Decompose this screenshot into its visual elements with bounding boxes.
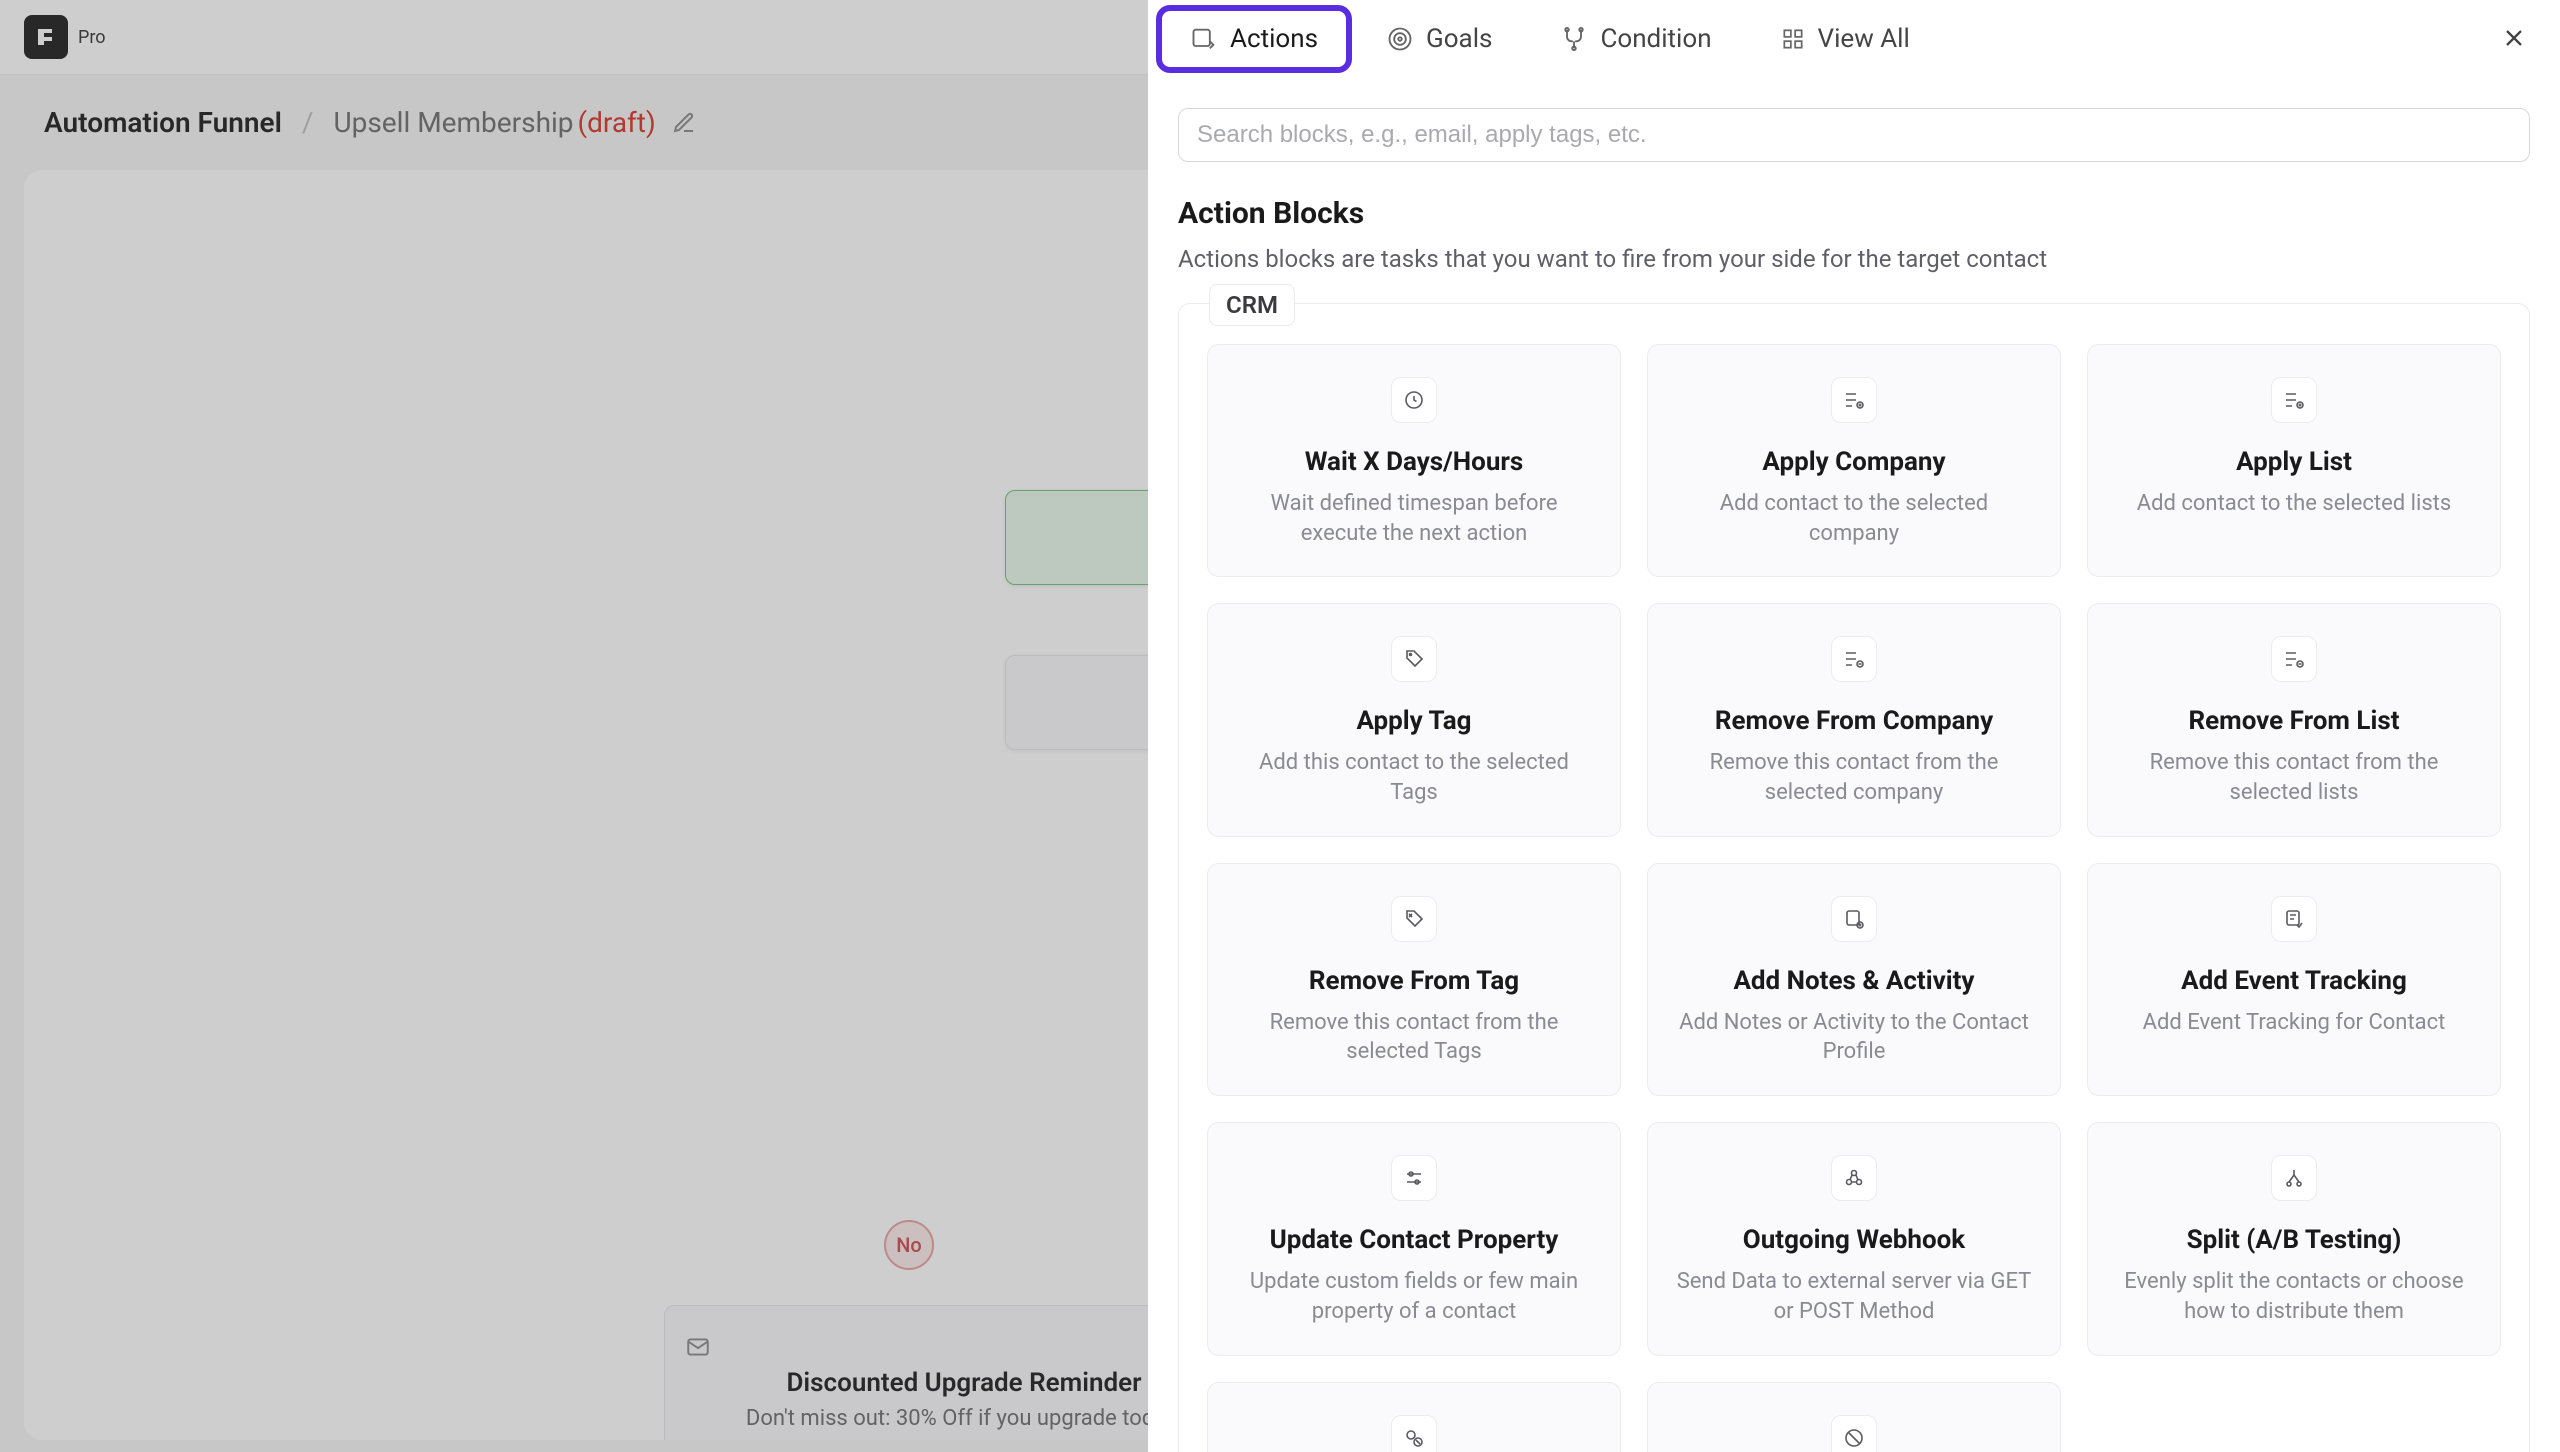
block-title: Remove From Company	[1715, 706, 1993, 736]
block-title: Update Contact Property	[1270, 1225, 1559, 1255]
block-desc: Remove this contact from the selected li…	[2114, 748, 2474, 807]
list-remove-icon	[2271, 636, 2317, 682]
list-add-icon	[2271, 377, 2317, 423]
event-icon	[2271, 896, 2317, 942]
tab-goals-label: Goals	[1426, 24, 1492, 54]
block-apply-company[interactable]: Apply Company Add contact to the selecte…	[1647, 344, 2061, 577]
block-desc: Add Event Tracking for Contact	[2143, 1008, 2446, 1038]
close-button[interactable]	[2494, 18, 2534, 58]
block-desc: Update custom fields or few main propert…	[1234, 1267, 1594, 1326]
block-remove-company[interactable]: Remove From Company Remove this contact …	[1647, 603, 2061, 836]
block-desc: Add this contact to the selected Tags	[1234, 748, 1594, 807]
search-input[interactable]	[1178, 108, 2530, 162]
note-add-icon	[1831, 896, 1877, 942]
block-end[interactable]: End This Funnel Here No further action w…	[1647, 1382, 2061, 1452]
tab-goals[interactable]: Goals	[1356, 9, 1522, 69]
block-split[interactable]: Split (A/B Testing) Evenly split the con…	[2087, 1122, 2501, 1355]
split-icon	[2271, 1155, 2317, 1201]
block-title: Add Notes & Activity	[1733, 966, 1974, 996]
target-icon	[1386, 25, 1414, 53]
block-title: Outgoing Webhook	[1743, 1225, 1965, 1255]
block-webhook[interactable]: Outgoing Webhook Send Data to external s…	[1647, 1122, 2061, 1355]
block-desc: Add contact to the selected company	[1674, 489, 2034, 548]
block-desc: Remove this contact from the selected Ta…	[1234, 1008, 1594, 1067]
block-desc: Wait defined timespan before execute the…	[1234, 489, 1594, 548]
block-cancel[interactable]: Cancel Automations Pause/Cancel another …	[1207, 1382, 1621, 1452]
block-title: Apply List	[2236, 447, 2352, 477]
panel-tabs: Actions Goals Condition View All	[1148, 0, 2560, 78]
block-add-notes[interactable]: Add Notes & Activity Add Notes or Activi…	[1647, 863, 2061, 1096]
stop-icon	[1831, 1415, 1877, 1452]
block-apply-list[interactable]: Apply List Add contact to the selected l…	[2087, 344, 2501, 577]
actions-side-panel: Actions Goals Condition View All Action …	[1148, 0, 2560, 1452]
block-title: Add Event Tracking	[2181, 966, 2407, 996]
list-remove-icon	[1831, 636, 1877, 682]
block-desc: Add Notes or Activity to the Contact Pro…	[1674, 1008, 2034, 1067]
webhook-icon	[1831, 1155, 1877, 1201]
list-add-icon	[1831, 377, 1877, 423]
block-desc: Add contact to the selected lists	[2137, 489, 2451, 519]
tab-view-all-label: View All	[1818, 24, 1910, 54]
block-title: Remove From Tag	[1309, 966, 1519, 996]
block-desc: Evenly split the contacts or choose how …	[2114, 1267, 2474, 1326]
block-update-contact[interactable]: Update Contact Property Update custom fi…	[1207, 1122, 1621, 1355]
actions-icon	[1190, 25, 1218, 53]
tab-condition[interactable]: Condition	[1530, 9, 1741, 69]
block-title: Wait X Days/Hours	[1305, 447, 1524, 477]
block-desc: Send Data to external server via GET or …	[1674, 1267, 2034, 1326]
block-desc: Remove this contact from the selected co…	[1674, 748, 2034, 807]
section-title: Action Blocks	[1178, 196, 2530, 231]
cancel-icon	[1391, 1415, 1437, 1452]
block-apply-tag[interactable]: Apply Tag Add this contact to the select…	[1207, 603, 1621, 836]
section-description: Actions blocks are tasks that you want t…	[1178, 245, 2530, 273]
block-remove-list[interactable]: Remove From List Remove this contact fro…	[2087, 603, 2501, 836]
block-title: Remove From List	[2188, 706, 2399, 736]
grid-icon	[1780, 26, 1806, 52]
sliders-icon	[1391, 1155, 1437, 1201]
block-title: Apply Tag	[1356, 706, 1471, 736]
tab-actions[interactable]: Actions	[1160, 9, 1348, 69]
tab-actions-label: Actions	[1230, 24, 1318, 54]
block-title: Split (A/B Testing)	[2187, 1225, 2402, 1255]
group-crm: CRM Wait X Days/Hours Wait defined times…	[1178, 303, 2530, 1452]
clock-icon	[1391, 377, 1437, 423]
block-title: Apply Company	[1762, 447, 1945, 477]
block-add-event[interactable]: Add Event Tracking Add Event Tracking fo…	[2087, 863, 2501, 1096]
tab-condition-label: Condition	[1600, 24, 1711, 54]
tag-remove-icon	[1391, 896, 1437, 942]
tag-icon	[1391, 636, 1437, 682]
block-remove-tag[interactable]: Remove From Tag Remove this contact from…	[1207, 863, 1621, 1096]
tab-view-all[interactable]: View All	[1750, 9, 1940, 69]
branch-icon	[1560, 25, 1588, 53]
block-wait[interactable]: Wait X Days/Hours Wait defined timespan …	[1207, 344, 1621, 577]
group-crm-label: CRM	[1209, 284, 1295, 326]
